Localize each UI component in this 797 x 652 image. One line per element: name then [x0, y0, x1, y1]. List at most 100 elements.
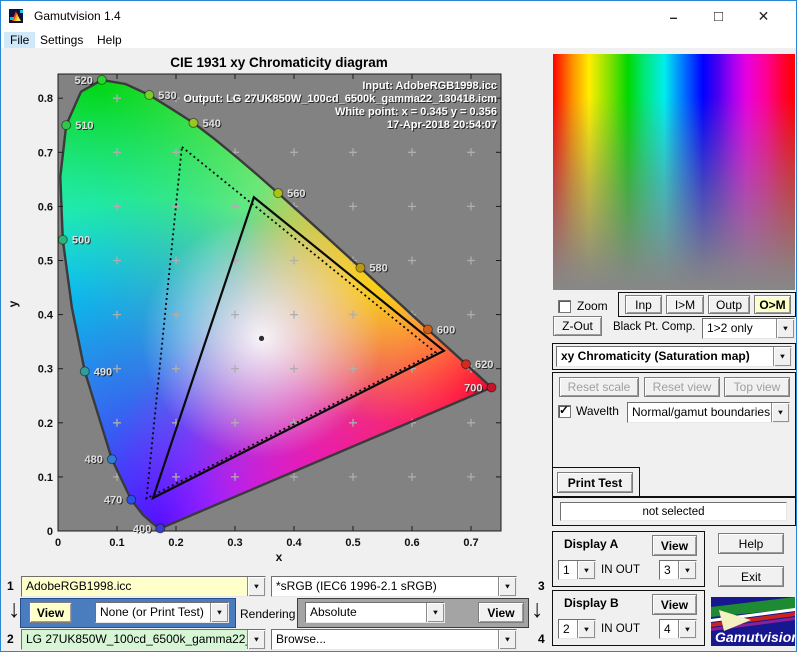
black-pt-comp-label: Black Pt. Comp.: [613, 321, 696, 333]
i-to-m-button[interactable]: I>M: [666, 295, 704, 314]
display-a-in-out-label: IN OUT: [601, 564, 640, 576]
svg-text:Output: LG 27UK850W_100cd_6500: Output: LG 27UK850W_100cd_6500k_gamma22_…: [183, 93, 497, 105]
svg-text:0.8: 0.8: [38, 93, 53, 105]
boundaries-value: Normal/gamut boundaries: [632, 405, 771, 419]
reset-scale-button[interactable]: Reset scale: [559, 377, 639, 397]
chevron-down-icon[interactable]: [247, 630, 265, 649]
transfer-select[interactable]: None (or Print Test): [95, 602, 229, 623]
maximize-button[interactable]: [696, 1, 741, 32]
display-a-title: Display A: [564, 537, 619, 551]
svg-text:700: 700: [464, 382, 482, 394]
svg-text:17-Apr-2018 20:54:07: 17-Apr-2018 20:54:07: [387, 119, 497, 131]
output-profile-select[interactable]: LG 27UK850W_100cd_6500k_gamma22_130418.i…: [21, 629, 266, 650]
chromaticity-figure: 400 470 480 490 500 510 520 530 540 560 580 600 620 7…: [2, 48, 548, 566]
display-b-in-value: 2: [563, 622, 570, 636]
svg-text:0.2: 0.2: [38, 418, 53, 430]
status-field: not selected: [560, 502, 787, 521]
chevron-down-icon[interactable]: [773, 347, 791, 366]
svg-text:0.1: 0.1: [109, 537, 124, 549]
chevron-down-icon[interactable]: [498, 577, 516, 596]
boundaries-select[interactable]: Normal/gamut boundaries: [627, 402, 790, 423]
slot-4-number: 4: [538, 632, 545, 646]
svg-text:0.3: 0.3: [38, 364, 53, 376]
view-a-button[interactable]: View: [29, 602, 72, 623]
svg-text:x: x: [276, 550, 283, 564]
profile-4-value: Browse...: [276, 632, 327, 646]
profile-3-select[interactable]: *sRGB (IEC6 1996-2.1 sRGB): [271, 576, 517, 597]
top-view-button[interactable]: Top view: [724, 377, 790, 397]
svg-text:0.5: 0.5: [38, 256, 53, 268]
display-a-out-select[interactable]: 3: [659, 560, 697, 580]
svg-text:600: 600: [437, 324, 455, 336]
help-button[interactable]: Help: [718, 533, 784, 554]
display-b-out-select[interactable]: 4: [659, 619, 697, 639]
chevron-down-icon[interactable]: [771, 403, 789, 422]
rendering-label: Rendering: [240, 607, 296, 621]
display-b-in-select[interactable]: 2: [558, 619, 596, 639]
inp-button[interactable]: Inp: [625, 295, 662, 314]
slot-3-number: 3: [538, 579, 545, 593]
rendering-intent-value: Absolute: [310, 605, 357, 619]
chevron-down-icon[interactable]: [776, 319, 794, 338]
black-pt-comp-value: 1>2 only: [707, 321, 753, 335]
o-to-m-button[interactable]: O>M: [754, 295, 791, 314]
chevron-down-icon[interactable]: [498, 630, 516, 649]
input-profile-value: AdobeRGB1998.icc: [22, 577, 247, 596]
zoom-checkbox[interactable]: [558, 300, 571, 313]
display-a-in-select[interactable]: 1: [558, 560, 596, 580]
svg-text:0.1: 0.1: [38, 472, 53, 484]
window-title: Gamutvision 1.4: [34, 9, 121, 23]
exit-button[interactable]: Exit: [718, 566, 784, 587]
svg-text:490: 490: [94, 366, 112, 378]
display-b-view-button[interactable]: View: [652, 594, 697, 615]
display-a-view-button[interactable]: View: [652, 535, 697, 556]
display-a-in-value: 1: [563, 563, 570, 577]
down-arrow-icon-left: [8, 598, 21, 620]
svg-text:530: 530: [158, 90, 176, 102]
z-out-button[interactable]: Z-Out: [553, 316, 602, 336]
chevron-down-icon[interactable]: [577, 620, 595, 638]
map-type-value: xy Chromaticity (Saturation map): [561, 349, 750, 363]
slot-2-number: 2: [7, 632, 14, 646]
outp-button[interactable]: Outp: [708, 295, 750, 314]
chevron-down-icon[interactable]: [678, 561, 696, 579]
display-b-in-out-label: IN OUT: [601, 623, 640, 635]
minimize-button[interactable]: [651, 1, 696, 32]
profile-3-value: *sRGB (IEC6 1996-2.1 sRGB): [276, 579, 437, 593]
title-bar[interactable]: Gamutvision 1.4: [1, 1, 796, 32]
menu-help[interactable]: Help: [91, 32, 128, 48]
hue-saturation-gradient: [553, 54, 795, 290]
map-type-select[interactable]: xy Chromaticity (Saturation map): [556, 346, 792, 367]
chevron-down-icon[interactable]: [577, 561, 595, 579]
chevron-down-icon[interactable]: [210, 603, 228, 622]
svg-text:0.4: 0.4: [286, 537, 302, 549]
menu-bar: File Settings Help: [1, 32, 796, 48]
svg-text:500: 500: [72, 235, 90, 247]
input-profile-select[interactable]: AdobeRGB1998.icc: [21, 576, 266, 597]
output-profile-value: LG 27UK850W_100cd_6500k_gamma22_130418.i…: [22, 630, 247, 649]
app-window: Gamutvision 1.4 File Settings Help: [0, 0, 797, 652]
close-button[interactable]: [741, 1, 786, 32]
down-arrow-icon-right: [531, 598, 544, 620]
svg-text:510: 510: [75, 120, 93, 132]
chevron-down-icon[interactable]: [247, 577, 265, 596]
wavelth-checkbox[interactable]: [558, 403, 571, 418]
menu-file[interactable]: File: [4, 32, 36, 48]
svg-text:480: 480: [85, 454, 103, 466]
print-test-button[interactable]: Print Test: [557, 472, 633, 493]
svg-text:580: 580: [369, 263, 387, 275]
menu-settings[interactable]: Settings: [34, 32, 89, 48]
black-pt-comp-select[interactable]: 1>2 only: [702, 318, 795, 339]
svg-text:400: 400: [133, 523, 151, 535]
chevron-down-icon[interactable]: [678, 620, 696, 638]
svg-text:0.7: 0.7: [38, 147, 53, 159]
chevron-down-icon[interactable]: [426, 603, 444, 622]
svg-text:540: 540: [202, 118, 220, 130]
view-b-button[interactable]: View: [478, 602, 524, 623]
svg-text:0.6: 0.6: [38, 201, 53, 213]
rendering-intent-select[interactable]: Absolute: [305, 602, 445, 623]
svg-text:0.4: 0.4: [38, 310, 54, 322]
profile-4-select[interactable]: Browse...: [271, 629, 517, 650]
svg-text:520: 520: [74, 75, 92, 87]
reset-view-button[interactable]: Reset view: [644, 377, 720, 397]
